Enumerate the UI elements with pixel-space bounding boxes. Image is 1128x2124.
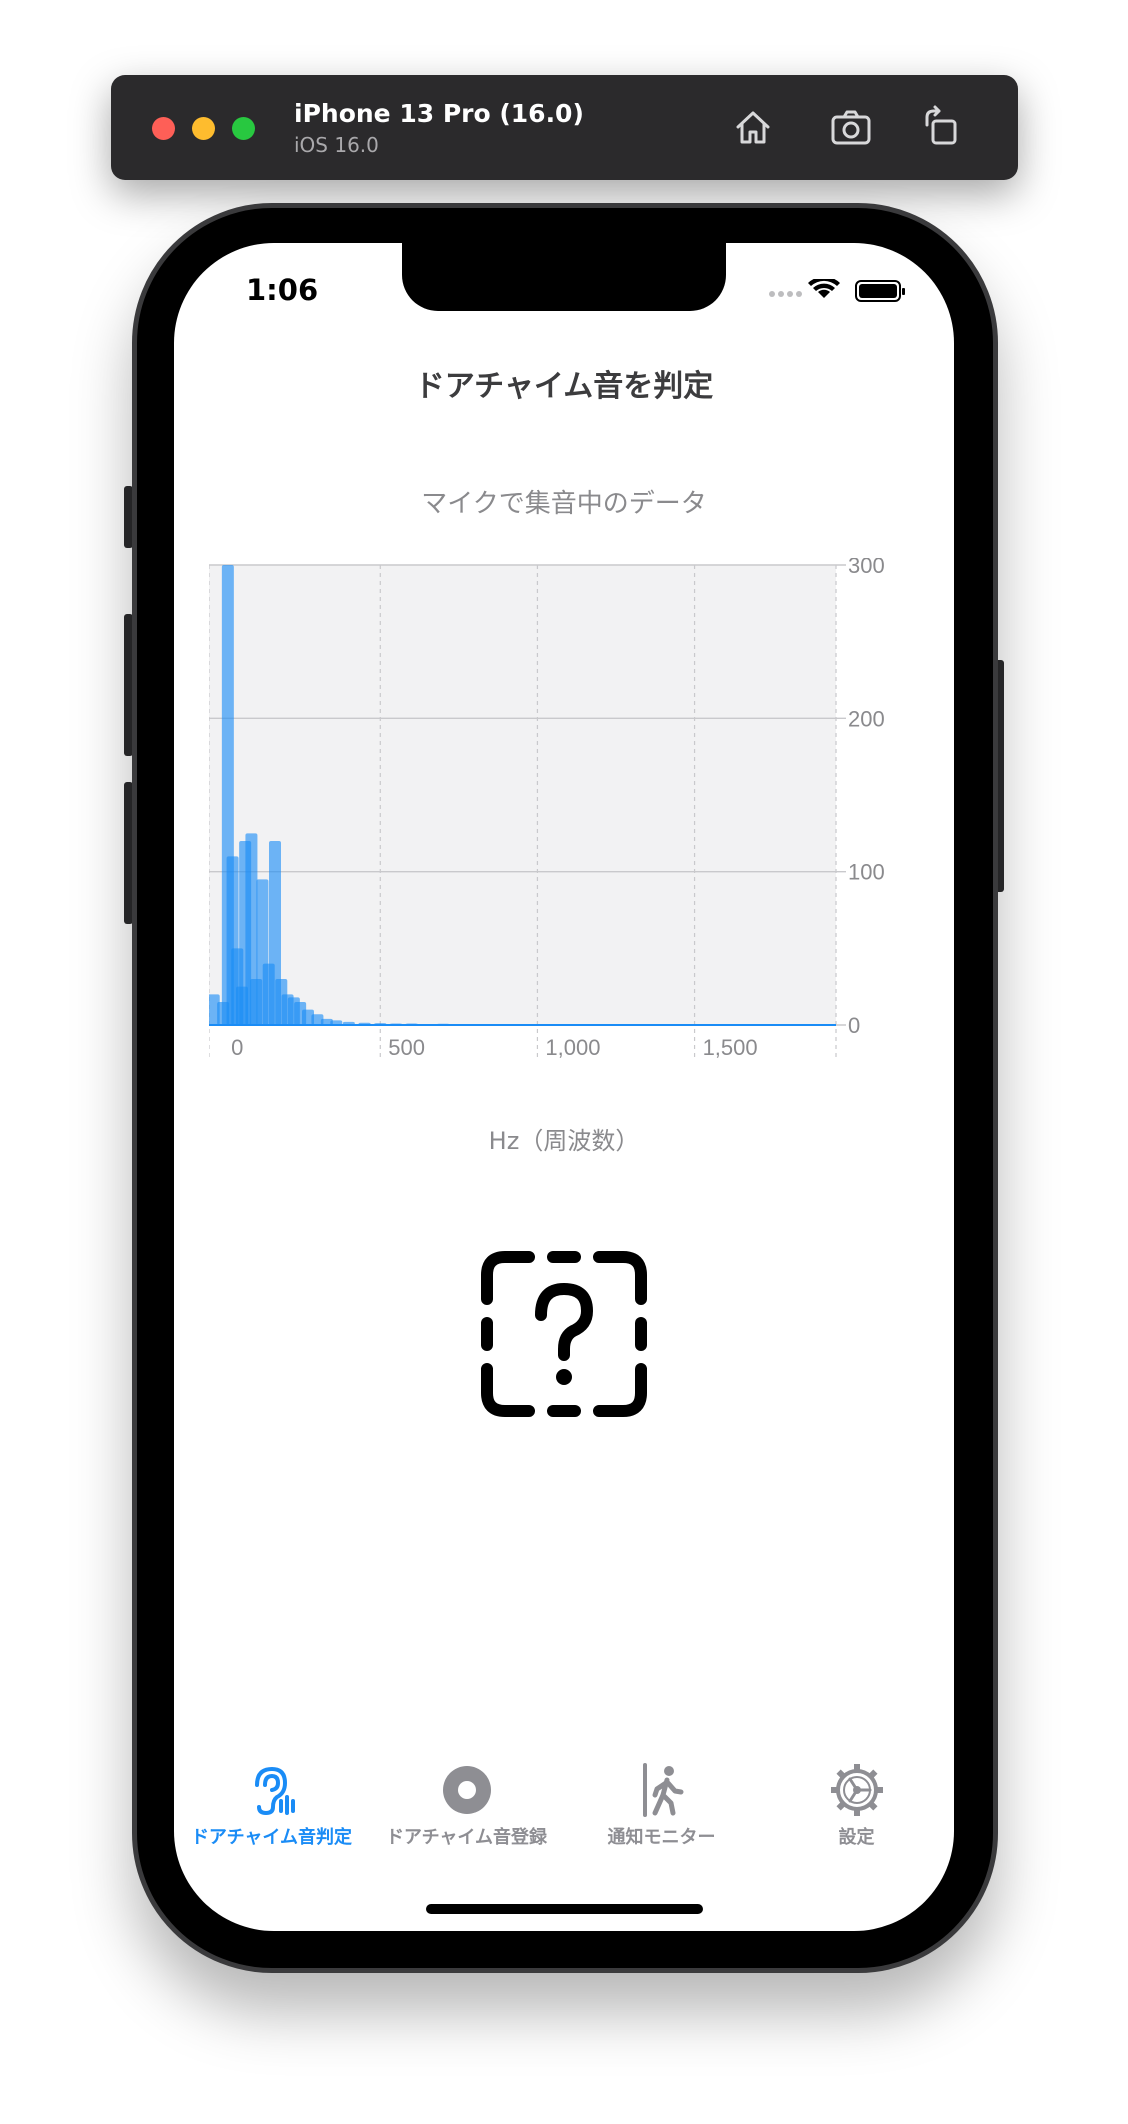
tab-doorbell-detect[interactable]: ドアチャイム音判定: [174, 1763, 369, 1863]
tab-label: 設定: [838, 1827, 875, 1848]
status-time: 1:06: [246, 273, 319, 307]
x-tick-label: 1,000: [545, 1035, 600, 1060]
y-tick-label: 200: [848, 706, 885, 731]
x-tick-label: 500: [388, 1035, 425, 1060]
tab-label: 通知モニター: [607, 1827, 716, 1848]
page-title: ドアチャイム音を判定: [414, 369, 714, 404]
y-tick-label: 0: [848, 1013, 860, 1038]
tab-label: ドアチャイム音判定: [190, 1827, 353, 1848]
status-icons: [769, 279, 905, 302]
y-tick-label: 300: [848, 558, 885, 578]
x-axis-label: Hz（周波数）: [488, 1127, 640, 1155]
person-walking-icon: [642, 1763, 683, 1817]
tab-settings[interactable]: 設定: [759, 1763, 954, 1863]
simulator-os-version: iOS 16.0: [294, 133, 379, 157]
ear-sound-icon: [254, 1766, 295, 1816]
signal-dots-icon: [769, 291, 802, 297]
rotate-icon[interactable]: [917, 103, 965, 151]
y-tick-label: 100: [848, 860, 885, 885]
close-window-button[interactable]: [152, 117, 175, 140]
simulator-title-bar: iPhone 13 Pro (16.0) iOS 16.0: [111, 75, 1018, 180]
tab-doorbell-register[interactable]: ドアチャイム音登録: [369, 1763, 564, 1863]
chart-caption: マイクで集音中のデータ: [421, 489, 707, 519]
home-icon[interactable]: [729, 103, 777, 151]
tab-notify-monitor[interactable]: 通知モニター: [564, 1763, 759, 1863]
minimize-window-button[interactable]: [192, 117, 215, 140]
x-tick-label: 1,500: [703, 1035, 758, 1060]
home-indicator: [426, 1904, 703, 1914]
tab-label: ドアチャイム音登録: [385, 1827, 548, 1848]
simulator-device-name: iPhone 13 Pro (16.0): [294, 99, 584, 128]
x-tick-label: 0: [231, 1035, 243, 1060]
tab-bar: ドアチャイム音判定 ドアチャイム音登録 通知モニター 設定: [174, 1763, 954, 1863]
frequency-chart: 0 100 200 300 0 500 1,000 1,500: [209, 558, 885, 1060]
zoom-window-button[interactable]: [232, 117, 255, 140]
app-screen: 1:06 ドアチャイム音を判定 マイクで集音中のデータ 0 100 200 300 0 5…: [174, 243, 954, 1931]
plot-background: [209, 565, 836, 1025]
wifi-icon: [808, 279, 840, 298]
gear-icon: [830, 1764, 883, 1816]
notch: [402, 243, 726, 311]
record-circle-icon: [442, 1766, 491, 1814]
screenshot-icon[interactable]: [827, 103, 875, 151]
questionmark-dashed-square-icon: [481, 1251, 647, 1417]
battery-icon: [855, 280, 905, 302]
